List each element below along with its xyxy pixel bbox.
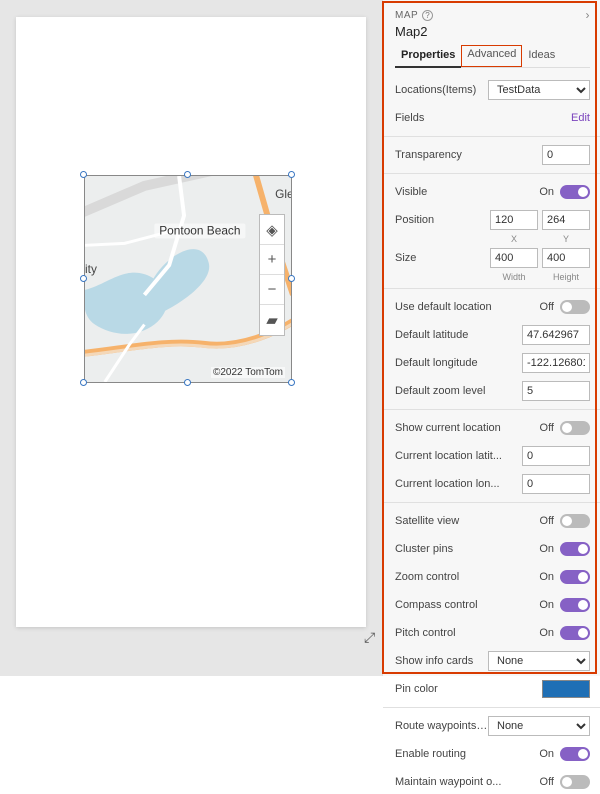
panel-header: MAP ? › [395, 8, 590, 22]
properties-panel: MAP ? › Map2 Properties Advanced Ideas L… [382, 0, 600, 676]
label-locations: Locations(Items) [395, 84, 488, 96]
label-size: Size [395, 252, 490, 264]
chevron-right-icon[interactable]: › [586, 8, 591, 22]
selection-handle[interactable] [288, 379, 295, 386]
label-visible: Visible [395, 186, 536, 198]
map-place-label: Pontoon Beach [159, 223, 240, 237]
selection-handle[interactable] [288, 275, 295, 282]
tab-ideas[interactable]: Ideas [522, 45, 561, 67]
position-y-input[interactable] [542, 210, 590, 230]
toggle-show-current-location[interactable] [560, 421, 590, 435]
label-show-current-location: Show current location [395, 422, 536, 434]
map-attribution: ©2022 TomTom [211, 367, 285, 378]
toggle-compass-ctrl[interactable] [560, 598, 590, 612]
label-default-zoom: Default zoom level [395, 385, 522, 397]
current-lat-input[interactable] [522, 446, 590, 466]
toggle-maintain-waypoint[interactable] [560, 775, 590, 789]
label-pin-color: Pin color [395, 683, 542, 695]
route-waypoints-select[interactable]: None [488, 716, 590, 736]
label-satellite: Satellite view [395, 515, 536, 527]
label-maintain-waypoint: Maintain waypoint o... [395, 776, 536, 788]
toggle-cluster[interactable] [560, 542, 590, 556]
pitch-icon[interactable]: ▰ [260, 305, 284, 335]
toggle-pitch-ctrl[interactable] [560, 626, 590, 640]
label-transparency: Transparency [395, 149, 542, 161]
map-edge-label-left: ity [85, 262, 97, 276]
label-current-lat: Current location latit... [395, 450, 522, 462]
zoom-out-icon[interactable]: − [260, 275, 284, 305]
label-compass-ctrl: Compass control [395, 599, 536, 611]
selection-handle[interactable] [80, 171, 87, 178]
selection-handle[interactable] [184, 171, 191, 178]
position-x-input[interactable] [490, 210, 538, 230]
help-icon[interactable]: ? [422, 10, 433, 21]
selection-handle[interactable] [288, 171, 295, 178]
selection-handle[interactable] [80, 275, 87, 282]
label-default-lat: Default latitude [395, 329, 522, 341]
default-lat-input[interactable] [522, 325, 590, 345]
compass-icon[interactable]: ◈ [260, 215, 284, 245]
toggle-use-default-location[interactable] [560, 300, 590, 314]
label-route-waypoints: Route waypoints(Ite... [395, 720, 488, 732]
label-cluster: Cluster pins [395, 543, 536, 555]
current-lon-input[interactable] [522, 474, 590, 494]
selection-handle[interactable] [80, 379, 87, 386]
default-zoom-input[interactable] [522, 381, 590, 401]
transparency-input[interactable] [542, 145, 590, 165]
toggle-enable-routing[interactable] [560, 747, 590, 761]
tab-advanced[interactable]: Advanced [461, 45, 522, 67]
app-screen: Pontoon Beach Gle ity ◈ + − ▰ ©2022 TomT… [16, 17, 366, 627]
label-show-info: Show info cards [395, 655, 488, 667]
label-pitch-ctrl: Pitch control [395, 627, 536, 639]
component-type-label: MAP [395, 10, 418, 21]
default-lon-input[interactable] [522, 353, 590, 373]
edit-fields-link[interactable]: Edit [571, 112, 590, 124]
label-use-default-location: Use default location [395, 301, 536, 313]
selection-handle[interactable] [184, 379, 191, 386]
zoom-in-icon[interactable]: + [260, 245, 284, 275]
size-w-input[interactable] [490, 248, 538, 268]
show-info-select[interactable]: None [488, 651, 590, 671]
label-fields: Fields [395, 112, 571, 124]
label-enable-routing: Enable routing [395, 748, 536, 760]
label-current-lon: Current location lon... [395, 478, 522, 490]
toggle-visible[interactable] [560, 185, 590, 199]
label-position: Position [395, 214, 490, 226]
tab-properties[interactable]: Properties [395, 45, 461, 67]
label-default-lon: Default longitude [395, 357, 522, 369]
toggle-zoom-ctrl[interactable] [560, 570, 590, 584]
toggle-satellite[interactable] [560, 514, 590, 528]
canvas-area: Pontoon Beach Gle ity ◈ + − ▰ ©2022 TomT… [0, 0, 382, 676]
size-h-input[interactable] [542, 248, 590, 268]
pin-color-swatch[interactable] [542, 680, 590, 698]
tab-bar: Properties Advanced Ideas [395, 45, 590, 68]
resize-handle-icon[interactable]: ⤢ [364, 629, 375, 646]
locations-select[interactable]: TestData [488, 80, 590, 100]
component-name: Map2 [395, 24, 590, 39]
label-zoom-ctrl: Zoom control [395, 571, 536, 583]
map-edge-label-right: Gle [275, 187, 291, 201]
map-control[interactable]: Pontoon Beach Gle ity ◈ + − ▰ ©2022 TomT… [84, 175, 292, 383]
map-controls: ◈ + − ▰ [259, 214, 285, 336]
